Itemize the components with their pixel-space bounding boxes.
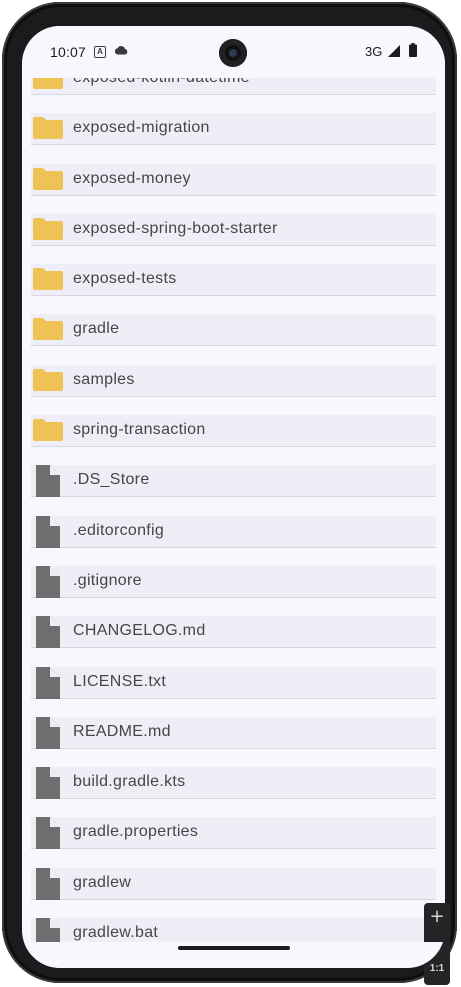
device-frame: exposed-kotlin-datetimeexposed-migration… <box>2 2 457 983</box>
file-name: CHANGELOG.md <box>73 622 206 640</box>
notification-a-icon: A <box>94 46 106 58</box>
signal-icon <box>388 45 400 57</box>
folder-icon <box>32 365 64 398</box>
file-name: LICENSE.txt <box>73 672 167 690</box>
file-row[interactable]: gradle.properties <box>31 817 436 850</box>
file-name: README.md <box>73 722 171 740</box>
folder-row[interactable]: samples <box>31 364 436 398</box>
file-name: .editorconfig <box>73 521 165 539</box>
cloud-icon <box>114 46 128 55</box>
file-icon <box>32 465 60 502</box>
file-name: .DS_Store <box>73 471 150 489</box>
file-icon <box>32 817 60 854</box>
file-name: gradlew.bat <box>73 924 159 942</box>
folder-row[interactable]: exposed-money <box>31 163 436 197</box>
status-bar: 10:07 A 3G <box>22 26 445 78</box>
file-name: exposed-spring-boot-starter <box>73 219 278 237</box>
status-time: 10:07 <box>50 44 87 60</box>
folder-row[interactable]: exposed-spring-boot-starter <box>31 213 436 247</box>
file-icon <box>32 565 60 603</box>
file-name: build.gradle.kts <box>73 773 186 791</box>
file-row[interactable]: .editorconfig <box>31 515 436 548</box>
navigation-bar <box>22 942 445 968</box>
folder-row[interactable]: exposed-migration <box>31 113 436 146</box>
file-icon <box>32 616 60 653</box>
file-name: gradle <box>73 320 120 338</box>
folder-icon <box>32 314 64 347</box>
folder-icon <box>32 214 64 247</box>
file-icon <box>32 515 60 553</box>
file-name: exposed-tests <box>73 270 177 288</box>
file-name: exposed-migration <box>73 119 210 137</box>
folder-row[interactable]: exposed-tests <box>31 264 436 297</box>
file-name: samples <box>73 370 135 388</box>
file-icon <box>32 867 60 905</box>
file-name: spring-transaction <box>73 421 206 439</box>
file-icon <box>32 666 60 704</box>
folder-row[interactable]: gradle <box>31 314 436 347</box>
file-row[interactable]: CHANGELOG.md <box>31 616 436 649</box>
folder-icon <box>32 164 64 197</box>
file-row[interactable]: gradlew <box>31 867 436 900</box>
file-row[interactable]: LICENSE.txt <box>31 666 436 699</box>
file-row[interactable]: README.md <box>31 716 436 749</box>
battery-icon <box>409 43 417 57</box>
file-name: exposed-money <box>73 169 191 187</box>
folder-icon <box>32 264 64 297</box>
file-icon <box>32 767 60 804</box>
file-row[interactable]: .DS_Store <box>31 465 436 498</box>
file-list[interactable]: exposed-kotlin-datetimeexposed-migration… <box>31 63 436 968</box>
zoom-in-button[interactable]: + <box>424 906 450 928</box>
file-row[interactable]: build.gradle.kts <box>31 767 436 800</box>
folder-icon <box>32 113 64 146</box>
screen: exposed-kotlin-datetimeexposed-migration… <box>22 26 445 968</box>
file-icon <box>32 716 60 754</box>
file-row[interactable]: .gitignore <box>31 565 436 598</box>
file-name: gradlew <box>73 873 132 891</box>
folder-icon <box>32 415 64 448</box>
gesture-handle[interactable] <box>178 946 290 950</box>
file-name: gradle.properties <box>73 823 199 841</box>
file-name: .gitignore <box>73 571 142 589</box>
front-camera <box>219 39 247 67</box>
network-type: 3G <box>365 44 383 59</box>
folder-row[interactable]: spring-transaction <box>31 415 436 448</box>
